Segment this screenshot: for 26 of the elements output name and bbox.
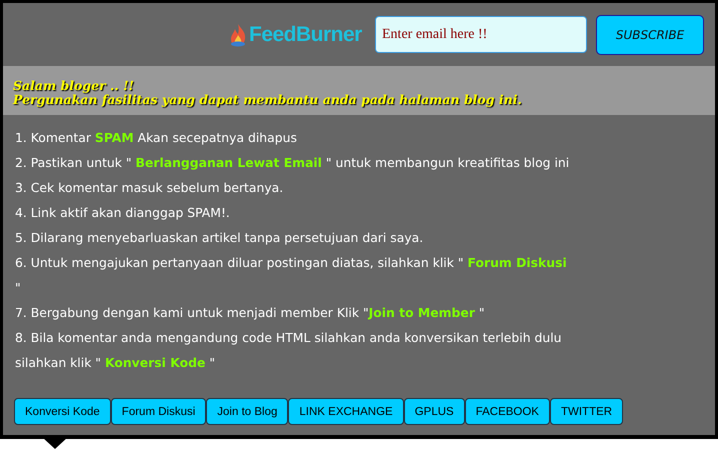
rule-text: 1. Komentar SPAM Akan secepatnya dihapus [15,129,298,147]
rule-text: 5. Dilarang menyebarluaskan artikel tanpa persetujuan dari saya. [15,229,424,247]
greeting-text: Salam bloger .. !! [13,79,136,93]
banner-subtitle: Pergunakan fasilitas yang dapat membantu anda pada halaman blog ini. [13,93,523,107]
link-tab[interactable]: TWITTER [550,398,624,425]
link-tab[interactable]: Join to Blog [206,398,288,425]
rule-text: 4. Link aktif akan dianggap SPAM!. [15,204,231,222]
link-tab[interactable]: Konversi Kode [14,398,111,425]
link-tab[interactable]: GPLUS [404,398,465,425]
flame-icon [229,22,247,46]
subscribe-button[interactable]: SUBSCRIBE [596,14,704,54]
link-tab[interactable]: Forum Diskusi [110,398,206,425]
rule-text: 2. Pastikan untuk " Berlangganan Lewat Email " untuk membangun kreatifitas blog ini [15,154,570,172]
rule-text: 3. Cek komentar masuk sebelum bertanya. [15,179,284,197]
rule-text: 7. Bergabung dengan kami untuk menjadi member Klik "Join to Member " [15,304,486,322]
rule-link[interactable]: Join to Member [368,305,475,320]
logo-text: FeedBurner [249,22,362,46]
rule-text: 6. Untuk mengajukan pertanyaan diluar postingan diatas, silahkan klik " Forum Diskusi " [15,254,568,297]
rule-link[interactable]: Konversi Kode [104,355,206,370]
rule-link[interactable]: Forum Diskusi [468,255,567,270]
link-tab[interactable]: LINK EXCHANGE [288,398,404,425]
email-input-field[interactable]: Enter email here !! [375,16,587,53]
link-tab[interactable]: FACEBOOK [464,398,550,425]
rule-link[interactable]: SPAM [94,130,134,145]
rule-text: 8. Bila komentar anda mengandung code HTML silahkan anda konversikan terlebih dulu silahkan klik " Konversi Kode " [15,329,563,372]
rule-link[interactable]: Berlangganan Lewat Email [136,155,322,170]
